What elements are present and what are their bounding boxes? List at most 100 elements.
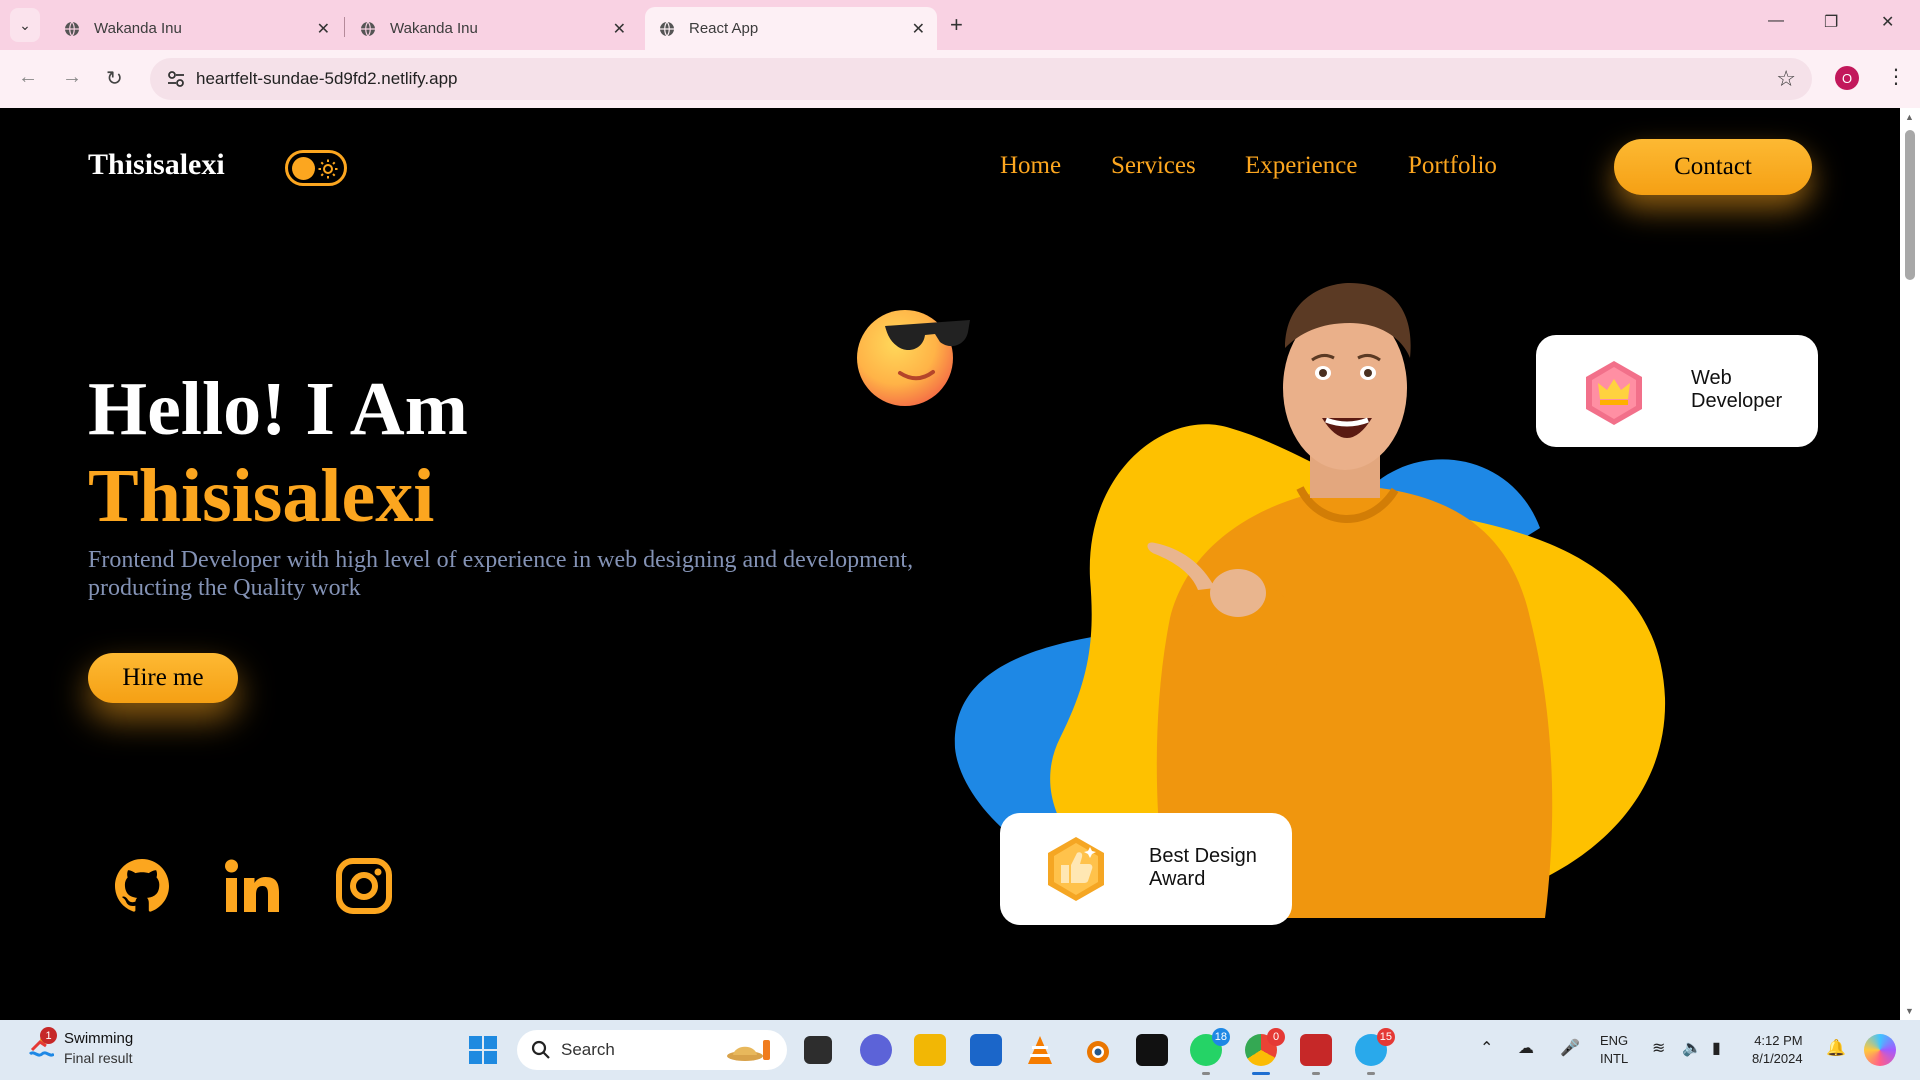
profile-avatar[interactable]: O	[1835, 66, 1859, 90]
toggle-knob	[292, 157, 315, 180]
tab-search-button[interactable]: ⌄	[10, 8, 40, 42]
best-design-award-card: Best Design Award	[1000, 813, 1292, 925]
copilot-icon[interactable]	[1864, 1034, 1896, 1066]
globe-icon	[660, 21, 674, 36]
battery-icon[interactable]: ▮	[1712, 1038, 1721, 1058]
running-indicator	[1367, 1072, 1375, 1075]
forward-icon[interactable]: →	[62, 66, 82, 89]
nav-services[interactable]: Services	[1111, 152, 1196, 180]
back-icon[interactable]: ←	[18, 66, 38, 89]
sunglasses-emoji-icon	[857, 310, 970, 406]
notification-bell-icon[interactable]: 🔔	[1826, 1038, 1846, 1058]
beach-hat-icon	[727, 1040, 770, 1061]
teams-meet-icon[interactable]	[860, 1034, 892, 1066]
toolbar: ← → ↻ heartfelt-sundae-5d9fd2.netlify.ap…	[0, 50, 1920, 108]
scroll-up-icon[interactable]: ▲	[1905, 112, 1914, 122]
tab-strip: ⌄ Wakanda Inu ✕ Wakanda Inu ✕ React App …	[0, 0, 1920, 50]
bible-app-icon[interactable]	[1300, 1034, 1332, 1075]
reload-icon[interactable]: ↻	[106, 66, 123, 91]
tab-separator	[344, 17, 345, 37]
whatsapp-icon[interactable]: 18	[1190, 1028, 1230, 1075]
hire-me-button[interactable]: Hire me	[88, 653, 238, 703]
nav-home[interactable]: Home	[1000, 152, 1061, 180]
contact-button[interactable]: Contact	[1614, 139, 1812, 195]
theme-toggle[interactable]	[285, 150, 347, 186]
bookmark-star-icon[interactable]: ☆	[1776, 66, 1796, 92]
weather-widget[interactable]: 1 Swimming Final result	[26, 1027, 134, 1066]
nav-portfolio[interactable]: Portfolio	[1408, 152, 1497, 180]
minimize-icon[interactable]: —	[1768, 12, 1784, 30]
vertical-scrollbar[interactable]: ▲ ▼	[1900, 108, 1920, 1020]
widget-subtitle: Final result	[64, 1050, 133, 1066]
clock[interactable]: 4:12 PM 8/1/2024	[1752, 1032, 1803, 1068]
task-view-icon[interactable]	[804, 1036, 832, 1064]
tab-1[interactable]: Wakanda Inu ✕	[50, 7, 342, 50]
microphone-icon[interactable]: 🎤	[1560, 1038, 1580, 1058]
chevron-down-icon: ⌄	[19, 16, 31, 33]
language-indicator[interactable]: ENG INTL	[1600, 1032, 1628, 1068]
globe-icon	[361, 21, 375, 36]
wifi-icon[interactable]: ≋	[1652, 1038, 1665, 1058]
chrome-badge: 0	[1267, 1028, 1285, 1046]
active-indicator	[1252, 1072, 1270, 1075]
chevron-up-icon[interactable]: ⌃	[1480, 1038, 1493, 1058]
blender-icon[interactable]	[1080, 1034, 1112, 1066]
tab-2[interactable]: Wakanda Inu ✕	[346, 7, 638, 50]
restore-icon[interactable]: ❐	[1824, 12, 1838, 32]
tab-title: Wakanda Inu	[390, 20, 478, 37]
windows-start-icon[interactable]	[468, 1035, 498, 1065]
taskbar-search[interactable]: Search	[517, 1030, 787, 1070]
microsoft-store-icon[interactable]	[970, 1034, 1002, 1066]
running-indicator	[1312, 1072, 1320, 1075]
hero-name: Thisisalexi	[88, 454, 435, 538]
site-info-icon[interactable]	[166, 69, 186, 89]
new-tab-button[interactable]: +	[950, 12, 963, 38]
notification-badge: 1	[40, 1027, 57, 1044]
address-bar[interactable]: heartfelt-sundae-5d9fd2.netlify.app ☆	[150, 58, 1812, 100]
hero-description: Frontend Developer with high level of ex…	[88, 547, 914, 601]
chrome-icon[interactable]: 0	[1245, 1028, 1285, 1075]
card-line-2: Award	[1149, 868, 1206, 890]
volume-icon[interactable]: 🔈	[1682, 1038, 1702, 1058]
webpage: Thisisalexi Home Services Experience Por…	[0, 108, 1900, 1020]
vlc-icon[interactable]	[1024, 1034, 1056, 1066]
running-indicator	[1202, 1072, 1210, 1075]
tab-title: React App	[689, 20, 759, 37]
onedrive-icon[interactable]: ☁	[1518, 1038, 1534, 1058]
web-developer-card: Web Developer	[1536, 335, 1818, 447]
thumbs-up-badge-icon	[1048, 837, 1104, 901]
hero-greeting: Hello! I Am	[88, 367, 468, 451]
keyboard-layout: INTL	[1600, 1051, 1629, 1066]
card-line-2: Developer	[1691, 390, 1783, 412]
linkedin-icon[interactable]	[222, 856, 282, 916]
sun-icon	[318, 159, 338, 179]
close-tab-icon[interactable]: ✕	[613, 19, 626, 39]
more-menu-icon[interactable]: ⋮	[1886, 64, 1906, 89]
card-line-1: Web	[1691, 367, 1732, 389]
nav-experience[interactable]: Experience	[1245, 152, 1357, 180]
clock-time: 4:12 PM	[1754, 1033, 1803, 1048]
taskbar: 1 Swimming Final result Search 18 0 15 ⌃…	[0, 1020, 1920, 1080]
globe-icon	[65, 21, 79, 36]
telegram-icon[interactable]: 15	[1355, 1028, 1395, 1075]
crown-badge-icon	[1586, 361, 1642, 425]
close-tab-icon[interactable]: ✕	[317, 19, 330, 39]
whatsapp-badge: 18	[1211, 1028, 1230, 1046]
brand-logo[interactable]: Thisisalexi	[88, 148, 225, 182]
telegram-badge: 15	[1376, 1028, 1395, 1046]
capcut-icon[interactable]	[1136, 1034, 1168, 1066]
url-text: heartfelt-sundae-5d9fd2.netlify.app	[196, 69, 458, 88]
github-icon[interactable]	[112, 856, 172, 916]
file-explorer-icon[interactable]	[914, 1034, 946, 1066]
card-line-1: Best Design	[1149, 845, 1257, 867]
scrollbar-thumb[interactable]	[1905, 130, 1915, 280]
language-code: ENG	[1600, 1033, 1629, 1048]
close-window-icon[interactable]: ✕	[1881, 12, 1894, 32]
close-tab-icon[interactable]: ✕	[912, 19, 925, 39]
tab-title: Wakanda Inu	[94, 20, 182, 37]
scroll-down-icon[interactable]: ▼	[1905, 1006, 1914, 1016]
tab-3-active[interactable]: React App ✕	[645, 7, 937, 50]
search-icon	[531, 1040, 550, 1059]
instagram-icon[interactable]	[334, 856, 394, 916]
widget-title: Swimming	[64, 1030, 134, 1047]
